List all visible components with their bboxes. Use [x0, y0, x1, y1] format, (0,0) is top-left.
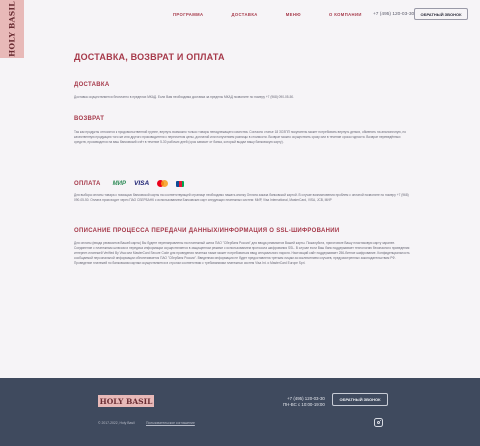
- footer-policy-link[interactable]: Пользовательское соглашение: [146, 421, 195, 425]
- payment-section: ОПЛАТА МИР VISA Для выбора оплаты товара…: [74, 180, 410, 203]
- nav-item-delivery[interactable]: ДОСТАВКА: [231, 12, 257, 17]
- return-section: ВОЗВРАТ Так как продукты относятся к про…: [74, 116, 410, 145]
- callback-button[interactable]: ОБРАТНЫЙ ЗВОНОК: [414, 8, 468, 20]
- footer-copyright: © 2017-2022, Holy Basil: [98, 421, 135, 425]
- main-nav: ПРОГРАММА ДОСТАВКА МЕНЮ О КОМПАНИИ: [173, 12, 390, 17]
- security-text: Для оплаты (ввода реквизитов Вашей карты…: [74, 241, 410, 265]
- footer-logo[interactable]: HOLY BASIL: [98, 395, 154, 407]
- payment-logos: МИР VISA: [113, 180, 185, 187]
- header-phone[interactable]: +7 (495) 120-03-30: [373, 12, 414, 17]
- return-text: Так как продукты относятся к продовольст…: [74, 130, 407, 144]
- delivery-text: Доставка осуществляется бесплатно в пред…: [74, 95, 295, 99]
- nav-item-program[interactable]: ПРОГРАММА: [173, 12, 203, 17]
- instagram-icon[interactable]: [374, 418, 383, 427]
- mir-logo: МИР: [112, 180, 126, 187]
- delivery-section: ДОСТАВКА Доставка осуществляется бесплат…: [74, 82, 410, 100]
- nav-item-about[interactable]: О КОМПАНИИ: [329, 12, 362, 17]
- top-navigation: ПРОГРАММА ДОСТАВКА МЕНЮ О КОМПАНИИ +7 (4…: [24, 0, 480, 30]
- nav-item-menu[interactable]: МЕНЮ: [286, 12, 301, 17]
- site-footer: HOLY BASIL +7 (495) 120-03-30 ПН-ВС с 10…: [0, 378, 480, 446]
- footer-callback-button[interactable]: ОБРАТНЫЙ ЗВОНОК: [332, 393, 388, 406]
- brand-logo-text: HOLY BASIL: [7, 1, 17, 57]
- payment-text: Для выбора оплаты товара с помощью банко…: [74, 193, 409, 202]
- mastercard-icon: [157, 180, 169, 187]
- return-heading: ВОЗВРАТ: [74, 116, 105, 122]
- page-title: ДОСТАВКА, ВОЗВРАТ И ОПЛАТА: [74, 52, 225, 62]
- delivery-heading: ДОСТАВКА: [74, 82, 110, 88]
- payment-heading: ОПЛАТА: [74, 180, 101, 187]
- security-section: ОПИСАНИЕ ПРОЦЕССА ПЕРЕДАЧИ ДАННЫХ/ИНФОРМ…: [74, 228, 410, 266]
- security-heading: ОПИСАНИЕ ПРОЦЕССА ПЕРЕДАЧИ ДАННЫХ/ИНФОРМ…: [74, 228, 340, 234]
- visa-logo: VISA: [133, 180, 150, 187]
- main-content: ДОСТАВКА, ВОЗВРАТ И ОПЛАТА ДОСТАВКА Дост…: [74, 52, 410, 265]
- brand-logo-vertical[interactable]: HOLY BASIL: [0, 0, 24, 58]
- footer-contacts: +7 (495) 120-03-30 ПН-ВС с 10:00-19:00: [283, 396, 325, 408]
- jcb-icon: [176, 180, 185, 187]
- footer-hours: ПН-ВС с 10:00-19:00: [283, 402, 325, 407]
